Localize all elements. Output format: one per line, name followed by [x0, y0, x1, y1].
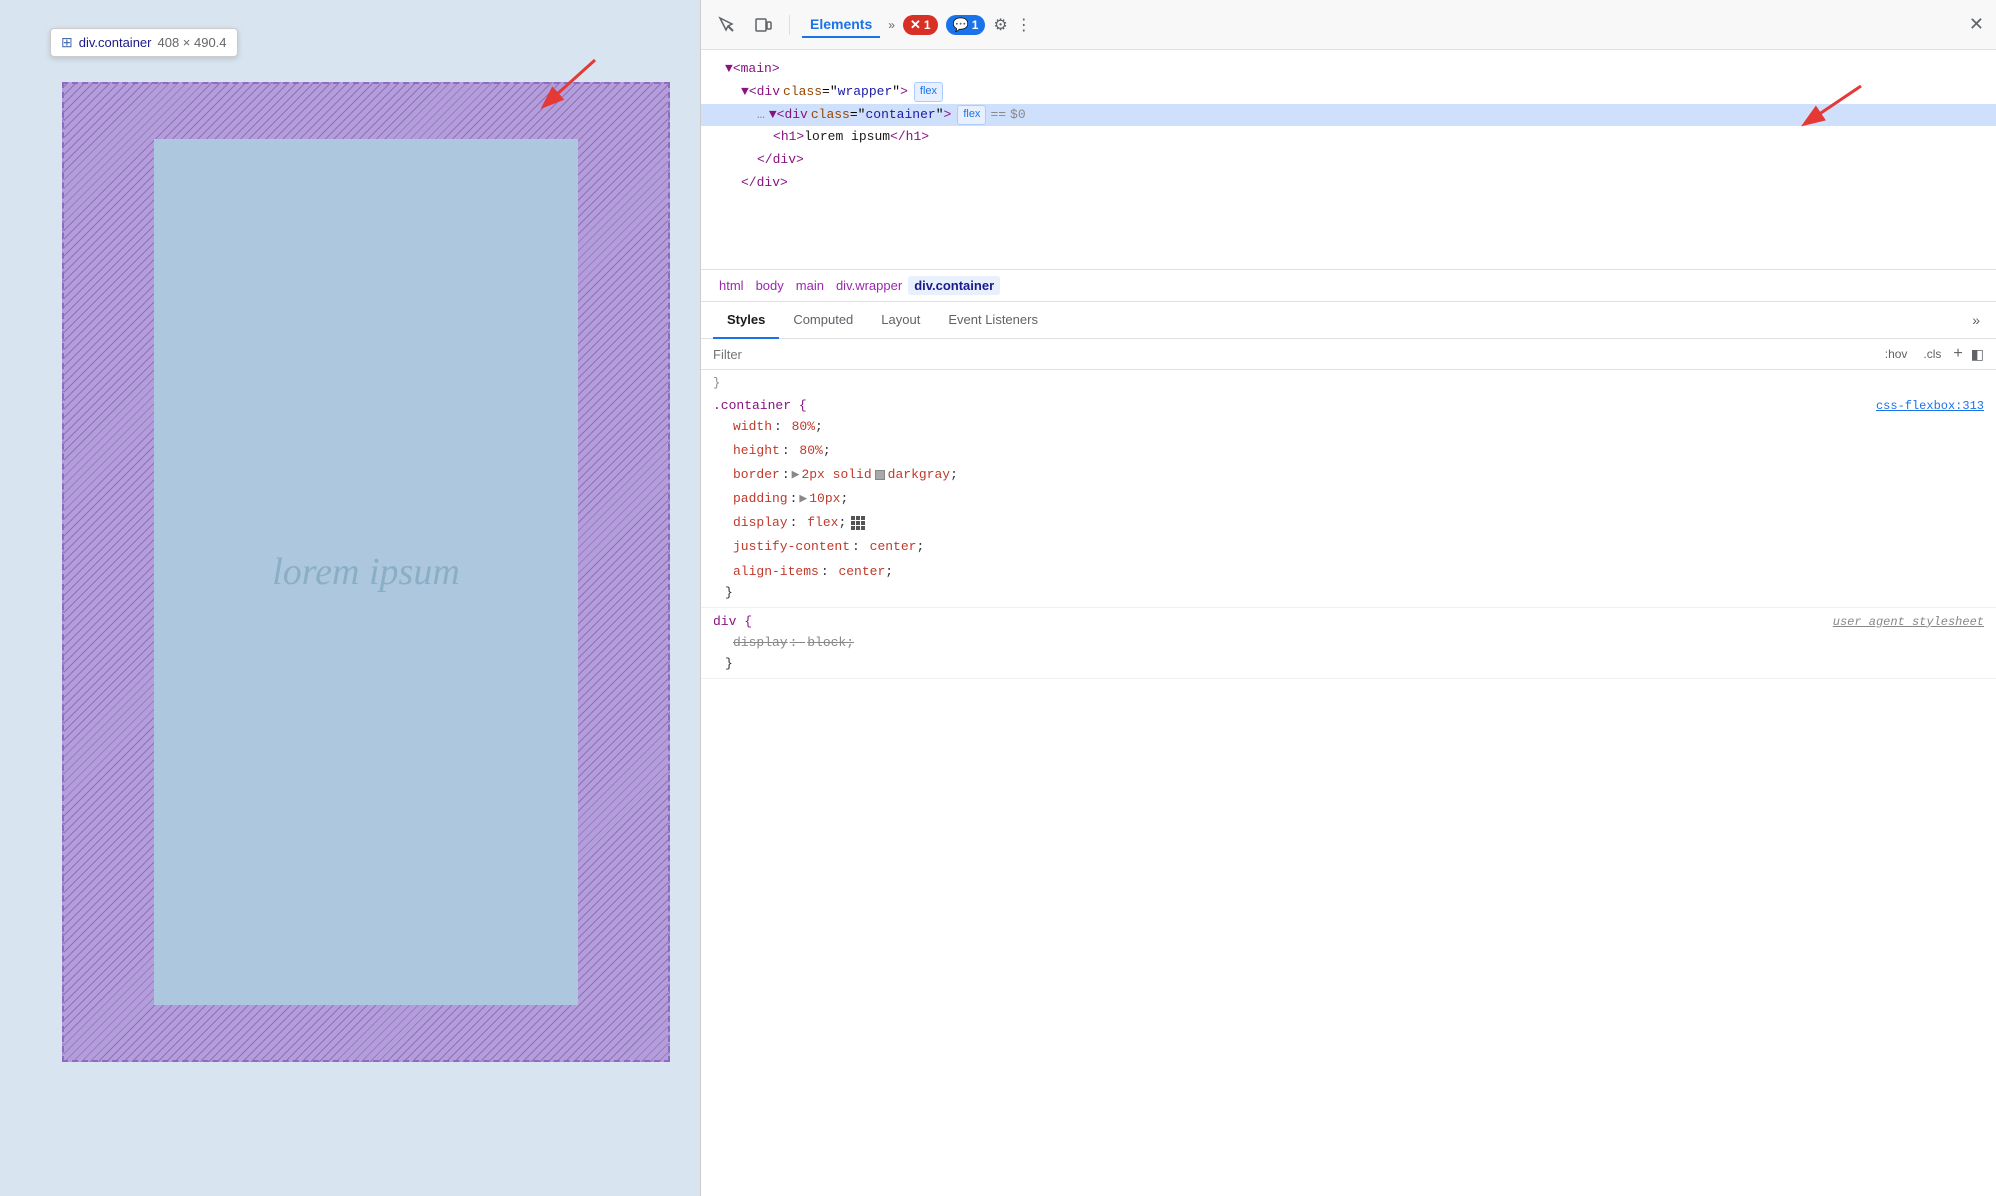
error-count: 1: [924, 18, 931, 32]
devtools-toolbar: Elements » ✕ 1 💬 1 ⚙ ⋮ ✕: [701, 0, 1996, 50]
red-arrow-top: [515, 50, 615, 130]
css-rule-div: div { user agent stylesheet display: blo…: [701, 608, 1996, 679]
red-arrow-elements: [1776, 78, 1876, 138]
css-prop-display[interactable]: display: flex;: [713, 511, 1984, 535]
close-icon[interactable]: ✕: [1969, 14, 1984, 35]
css-prop-padding[interactable]: padding: ▶ 10px;: [713, 487, 1984, 511]
more-icon[interactable]: ⋮: [1016, 15, 1032, 35]
breadcrumb-main[interactable]: main: [790, 276, 830, 295]
css-prop-display-block[interactable]: display: block;: [713, 631, 1984, 655]
comment-badge[interactable]: 💬 1: [946, 15, 986, 35]
filter-bar: :hov .cls + ◧: [701, 339, 1996, 370]
container-flex-badge[interactable]: flex: [957, 105, 986, 125]
tab-chevron[interactable]: »: [888, 18, 895, 32]
css-prop-justify-content[interactable]: justify-content: center;: [713, 535, 1984, 559]
html-line-close-container[interactable]: </div>: [701, 149, 1996, 172]
css-scroll-marker: }: [701, 374, 1996, 392]
comment-count: 1: [972, 18, 979, 32]
css-rule-container-header: .container { css-flexbox:313: [713, 398, 1984, 413]
breadcrumb-div-wrapper[interactable]: div.wrapper: [830, 276, 908, 295]
lorem-text: lorem ipsum: [272, 550, 460, 594]
css-prop-border[interactable]: border: ▶ 2px solid darkgray;: [713, 463, 1984, 487]
css-selector-container[interactable]: .container {: [713, 398, 807, 413]
css-prop-width[interactable]: width: 80%;: [713, 415, 1984, 439]
css-selector-div[interactable]: div {: [713, 614, 752, 629]
tab-elements[interactable]: Elements: [802, 12, 880, 38]
browser-preview: ⊞ div.container 408 × 490.4 lorem ipsum: [0, 0, 700, 1196]
elements-area-wrapper: ▼ <main> ▼ <div class="wrapper" > flex ……: [701, 50, 1996, 270]
element-icon: ⊞: [61, 34, 73, 51]
tooltip-size: 408 × 490.4: [157, 35, 226, 50]
device-toggle-icon[interactable]: [749, 11, 777, 39]
css-closing-brace-div: }: [713, 655, 1984, 672]
css-rule-container: .container { css-flexbox:313 width: 80%;…: [701, 392, 1996, 608]
tab-layout[interactable]: Layout: [867, 302, 934, 339]
css-rule-div-header: div { user agent stylesheet: [713, 614, 1984, 629]
element-tooltip: ⊞ div.container 408 × 490.4: [50, 28, 238, 57]
css-prop-align-items[interactable]: align-items: center;: [713, 560, 1984, 584]
preview-container-outer: lorem ipsum: [62, 82, 670, 1062]
breadcrumb-div-container[interactable]: div.container: [908, 276, 1000, 295]
filter-input[interactable]: [713, 347, 1873, 362]
toolbar-separator: [789, 15, 790, 35]
breadcrumb-body[interactable]: body: [750, 276, 790, 295]
tab-computed[interactable]: Computed: [779, 302, 867, 339]
wrapper-flex-badge[interactable]: flex: [914, 82, 943, 102]
inspect-icon[interactable]: [713, 11, 741, 39]
devtools-panel: Elements » ✕ 1 💬 1 ⚙ ⋮ ✕ ▼: [700, 0, 1996, 1196]
flex-grid-icon[interactable]: [851, 516, 867, 530]
gear-icon[interactable]: ⚙: [993, 15, 1007, 35]
panel-tabs: Styles Computed Layout Event Listeners »: [701, 302, 1996, 339]
css-source-user-agent: user agent stylesheet: [1833, 615, 1984, 629]
breadcrumb-bar: html body main div.wrapper div.container: [701, 270, 1996, 302]
tab-styles[interactable]: Styles: [713, 302, 779, 339]
filter-layout-icon[interactable]: ◧: [1971, 346, 1984, 363]
filter-hov-button[interactable]: :hov: [1881, 345, 1912, 363]
css-closing-brace-container: }: [713, 584, 1984, 601]
css-source-container[interactable]: css-flexbox:313: [1876, 399, 1984, 413]
panel-tab-more[interactable]: »: [1968, 302, 1984, 338]
error-badge[interactable]: ✕ 1: [903, 15, 938, 35]
filter-add-button[interactable]: +: [1953, 345, 1962, 363]
color-swatch-darkgray[interactable]: [875, 470, 885, 480]
tab-event-listeners[interactable]: Event Listeners: [934, 302, 1052, 339]
css-rules-area: } .container { css-flexbox:313 width: 80…: [701, 370, 1996, 1196]
html-line-close-wrapper[interactable]: </div>: [701, 172, 1996, 195]
preview-container-inner: lorem ipsum: [154, 139, 578, 1005]
breadcrumb-html[interactable]: html: [713, 276, 750, 295]
filter-cls-button[interactable]: .cls: [1919, 345, 1945, 363]
css-prop-height[interactable]: height: 80%;: [713, 439, 1984, 463]
tooltip-element-name: div.container: [79, 35, 152, 50]
